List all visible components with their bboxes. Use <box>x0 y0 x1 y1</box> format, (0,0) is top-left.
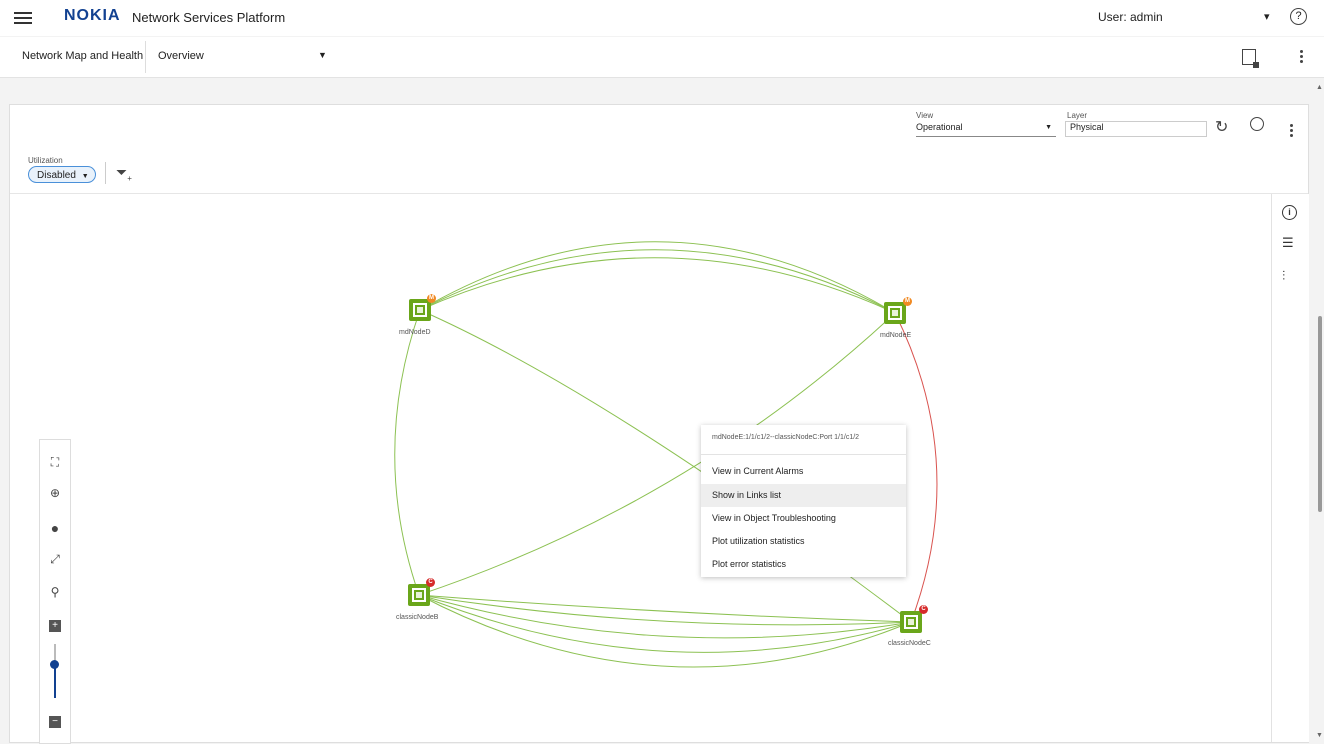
node-label: mdNodeE <box>880 332 912 339</box>
divider <box>105 162 106 184</box>
view-value: Operational <box>916 122 963 132</box>
link-b-c[interactable] <box>418 594 912 639</box>
more-options-icon[interactable] <box>1300 48 1304 65</box>
user-menu-chevron-icon[interactable]: ▾ <box>1264 10 1270 23</box>
menu-item-plot-errors[interactable]: Plot error statistics <box>701 553 906 576</box>
refresh-icon[interactable]: ↻ <box>1215 117 1228 137</box>
help-icon[interactable]: ? <box>1290 8 1307 25</box>
layer-value: Physical <box>1070 122 1104 132</box>
link-context-menu: mdNodeE:1/1/c1/2--classicNodeC:Port 1/1/… <box>701 425 906 577</box>
page-scrollbar[interactable]: ▲ ▼ <box>1316 80 1324 741</box>
node-classicnodeb[interactable] <box>408 584 430 606</box>
filter-sliders-icon[interactable]: ⫶ <box>1282 268 1285 284</box>
node-label: classicNodeC <box>888 640 931 647</box>
menu-item-view-object-troubleshooting[interactable]: View in Object Troubleshooting <box>701 507 906 530</box>
nokia-logo: NOKIA <box>64 7 121 24</box>
node-mdnoded[interactable] <box>409 299 431 321</box>
map-panel: View Operational ▼ Layer Physical ↻ Util… <box>9 104 1309 744</box>
node-classicnodec[interactable] <box>900 611 922 633</box>
link-d-e[interactable] <box>419 257 896 314</box>
app-title: Network Services Platform <box>132 10 286 25</box>
locate-icon[interactable] <box>1250 117 1264 131</box>
layer-field[interactable]: Physical <box>1065 121 1207 137</box>
link-b-c[interactable] <box>418 594 912 653</box>
context-menu-title: mdNodeE:1/1/c1/2--classicNodeC:Port 1/1/… <box>712 434 860 441</box>
zoom-slider-fill <box>54 664 56 698</box>
view-dropdown[interactable]: Overview <box>158 50 204 62</box>
node-mdnodee[interactable] <box>884 302 906 324</box>
chevron-down-icon[interactable]: ▼ <box>318 50 327 60</box>
view-select[interactable]: Operational ▼ <box>916 122 1056 137</box>
network-map-canvas[interactable] <box>10 194 1270 742</box>
add-filter-icon[interactable]: ⏷+ <box>116 164 132 183</box>
right-side-rail: i ☰ ⫶ <box>1271 194 1309 742</box>
node-badge: C <box>919 605 928 614</box>
menu-item-view-current-alarms[interactable]: View in Current Alarms <box>701 460 906 483</box>
scroll-up-icon[interactable]: ▲ <box>1316 84 1323 91</box>
breadcrumb[interactable]: Network Map and Health <box>22 50 143 62</box>
layer-label: Layer <box>1067 111 1088 120</box>
view-label: View <box>916 111 934 120</box>
link-d-e[interactable] <box>419 249 896 314</box>
divider <box>145 41 146 73</box>
node-label: classicNodeB <box>396 614 439 621</box>
fit-to-screen-icon[interactable]: ⛶ <box>48 455 62 470</box>
scroll-thumb[interactable] <box>1318 316 1322 512</box>
list-icon[interactable]: ☰ <box>1282 235 1294 251</box>
map-controls: ⛶ ⊕ ● ⤢ ⚲ + − <box>39 439 71 744</box>
utilization-dropdown[interactable]: Disabled ▼ <box>28 166 96 183</box>
link-d-b[interactable] <box>394 309 421 596</box>
node-label: mdNodeD <box>399 329 431 336</box>
crosshair-grid-icon[interactable]: ⊕ <box>48 486 62 500</box>
info-icon[interactable]: i <box>1282 205 1297 220</box>
more-options-icon[interactable] <box>1290 122 1294 139</box>
utilization-value: Disabled <box>37 170 76 181</box>
menu-item-plot-utilization[interactable]: Plot utilization statistics <box>701 530 906 553</box>
menu-item-show-links-list[interactable]: Show in Links list <box>701 484 906 507</box>
utilization-label: Utilization <box>28 156 63 165</box>
node-badge: M <box>427 294 436 303</box>
top-bar: NOKIA Network Services Platform User: ad… <box>0 0 1324 36</box>
link-d-e[interactable] <box>419 241 896 314</box>
chevron-down-icon[interactable]: ▼ <box>1045 124 1052 131</box>
node-badge: C <box>426 578 435 587</box>
node-badge: M <box>903 297 912 306</box>
report-icon[interactable] <box>1242 49 1259 68</box>
zoom-in-button[interactable]: + <box>49 620 61 632</box>
link-b-c[interactable] <box>418 594 912 623</box>
link-display-icon[interactable]: ⤢ <box>48 552 62 567</box>
zoom-slider-thumb[interactable] <box>50 660 59 669</box>
sub-header: Network Map and Health Overview ▼ <box>0 37 1324 78</box>
scroll-down-icon[interactable]: ▼ <box>1316 732 1323 739</box>
zoom-out-button[interactable]: − <box>49 716 61 728</box>
chevron-down-icon: ▼ <box>81 173 89 180</box>
node-display-icon[interactable]: ● <box>48 520 62 536</box>
hamburger-menu-icon[interactable] <box>14 9 32 27</box>
user-label: User: admin <box>1098 10 1163 24</box>
divider <box>701 454 906 455</box>
location-pin-icon[interactable]: ⚲ <box>48 585 62 599</box>
